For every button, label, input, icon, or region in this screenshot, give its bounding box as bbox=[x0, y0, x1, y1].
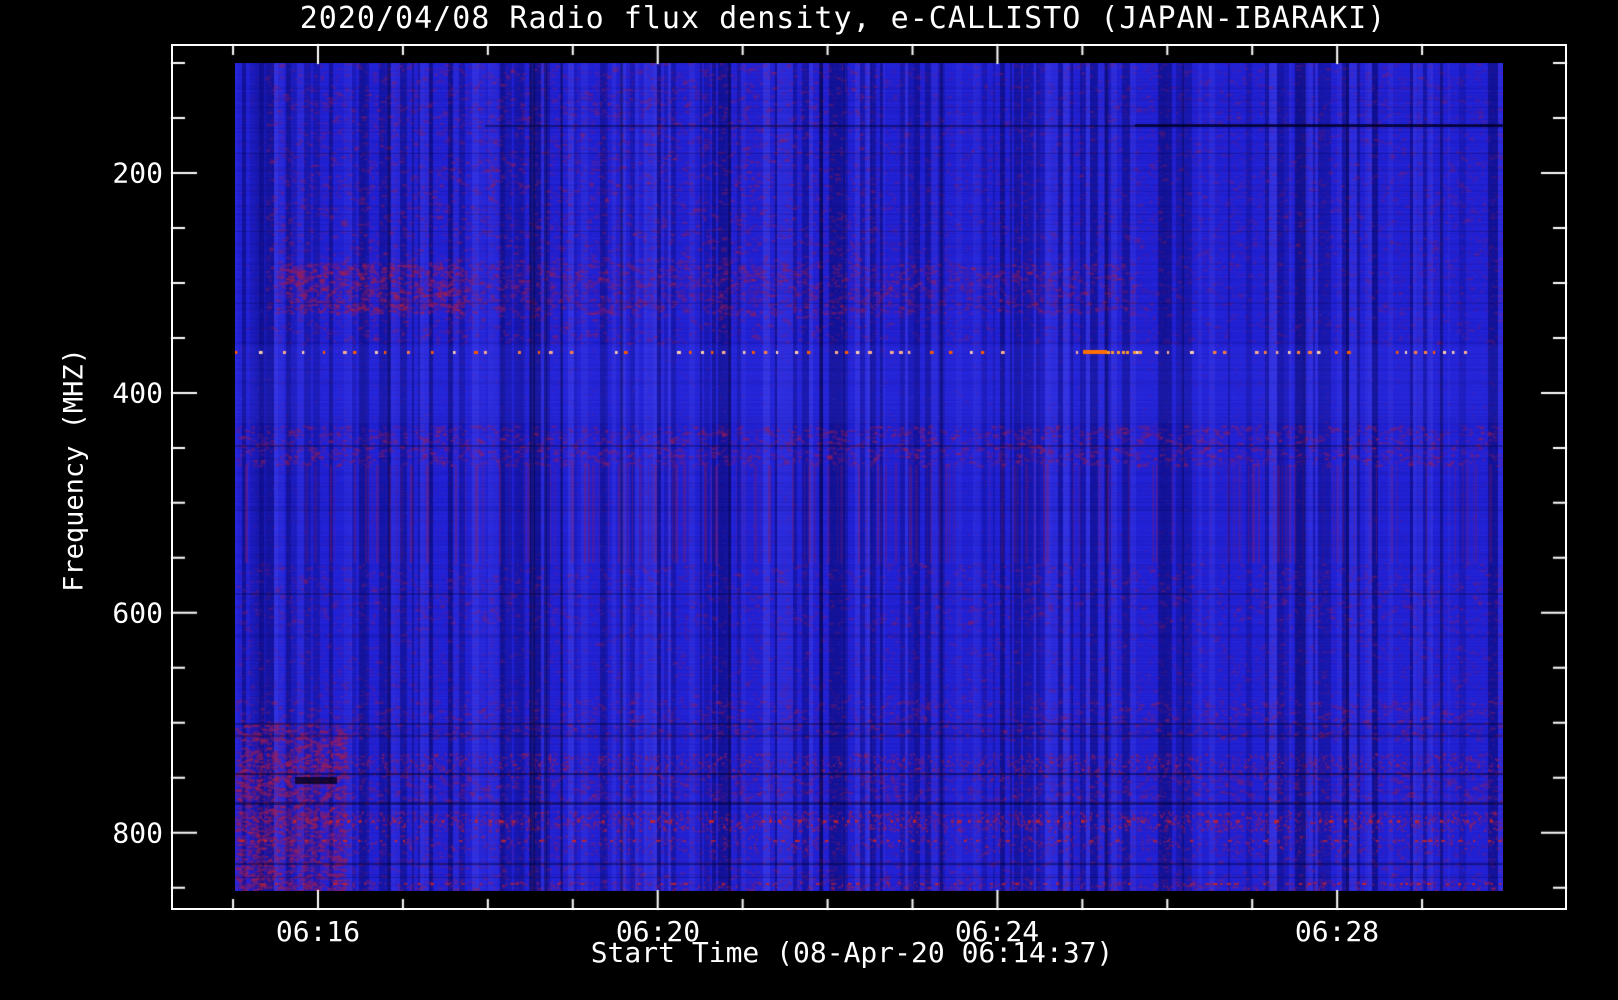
y-tick-label-800: 800 bbox=[112, 816, 163, 850]
x-axis-title: Start Time (08-Apr-20 06:14:37) bbox=[590, 936, 1114, 969]
spectrogram-figure: 2020/04/08 Radio flux density, e-CALLIST… bbox=[0, 0, 1618, 1000]
y-tick-label-200: 200 bbox=[112, 156, 163, 190]
spectrogram-canvas bbox=[235, 63, 1503, 891]
x-tick-label-0628: 06:28 bbox=[1294, 915, 1380, 948]
y-tick-label-600: 600 bbox=[112, 596, 163, 630]
y-axis-title: Frequency (MHZ) bbox=[58, 348, 90, 592]
chart-title: 2020/04/08 Radio flux density, e-CALLIST… bbox=[299, 1, 1387, 36]
x-tick-label-0616: 06:16 bbox=[275, 915, 361, 948]
